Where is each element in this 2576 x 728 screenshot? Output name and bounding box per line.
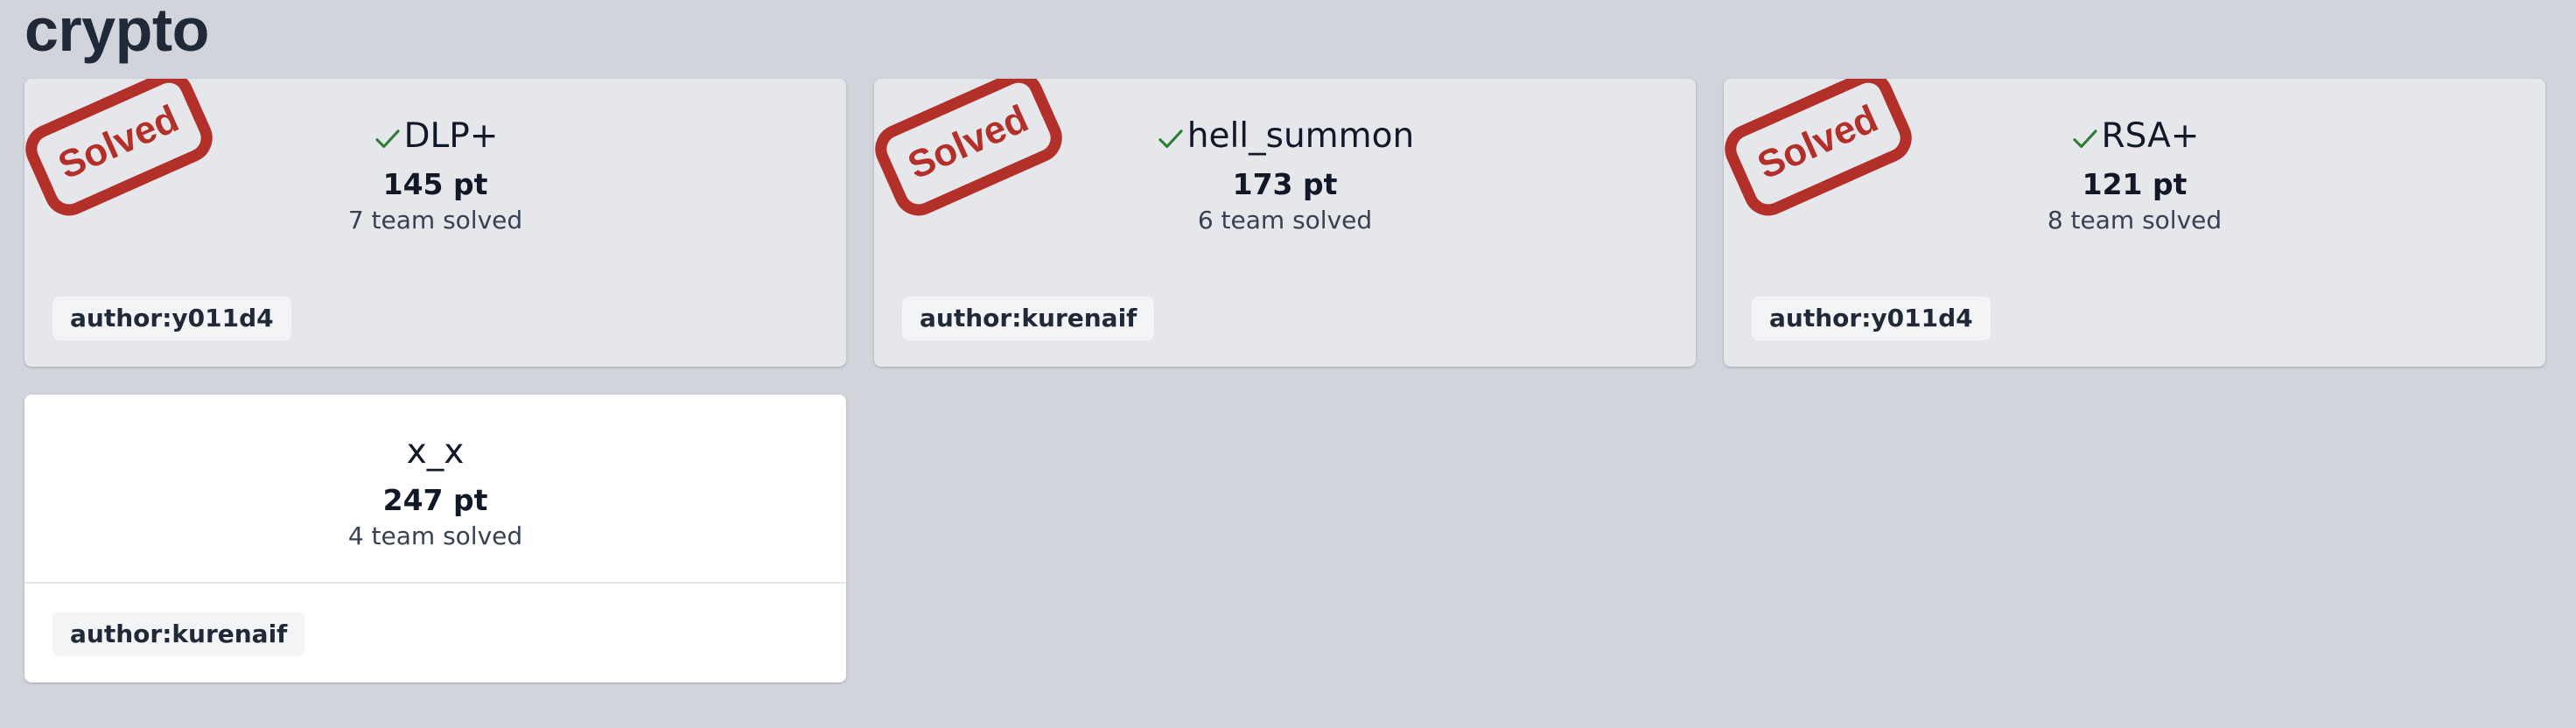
check-icon (374, 130, 400, 149)
card-title-row: x_x (24, 428, 846, 477)
card-footer: author:kurenaif (902, 297, 1155, 340)
card-footer: author:y011d4 (52, 297, 291, 340)
card-title-row: hell_summon (874, 112, 1696, 161)
author-tag[interactable]: author:y011d4 (52, 297, 291, 340)
challenge-solves: 4 team solved (347, 522, 523, 550)
challenge-card[interactable]: x_x 247 pt 4 team solved author:kurenaif (24, 395, 846, 682)
card-body: x_x 247 pt 4 team solved (24, 395, 846, 584)
card-body: hell_summon 173 pt 6 team solved (874, 79, 1696, 266)
card-body: RSA+ 121 pt 8 team solved (1724, 79, 2545, 266)
challenge-card[interactable]: RSA+ 121 pt 8 team solved author:y011d4 … (1724, 79, 2545, 367)
challenge-grid: DLP+ 145 pt 7 team solved author:y011d4 … (24, 79, 2545, 682)
card-footer: author:y011d4 (1752, 297, 1991, 340)
category-title: crypto (24, 0, 209, 64)
challenge-card[interactable]: hell_summon 173 pt 6 team solved author:… (874, 79, 1696, 367)
author-tag[interactable]: author:kurenaif (52, 612, 305, 656)
challenge-solves: 7 team solved (347, 206, 523, 234)
author-tag[interactable]: author:kurenaif (902, 297, 1155, 340)
author-tag[interactable]: author:y011d4 (1752, 297, 1991, 340)
card-title-row: RSA+ (1724, 112, 2545, 161)
challenge-solves: 8 team solved (2047, 206, 2222, 234)
card-footer: author:kurenaif (52, 612, 305, 656)
challenge-name: x_x (406, 432, 465, 472)
challenge-name: hell_summon (1186, 116, 1415, 156)
challenge-points: 247 pt (382, 483, 488, 517)
challenge-card[interactable]: DLP+ 145 pt 7 team solved author:y011d4 … (24, 79, 846, 367)
check-icon (2072, 130, 2097, 149)
challenge-name: DLP+ (403, 116, 499, 156)
challenge-name: RSA+ (2101, 116, 2200, 156)
check-icon (1158, 130, 1183, 149)
challenge-points: 145 pt (382, 167, 488, 201)
challenge-solves: 6 team solved (1197, 206, 1373, 234)
card-title-row: DLP+ (24, 112, 846, 161)
card-body: DLP+ 145 pt 7 team solved (24, 79, 846, 266)
challenge-points: 173 pt (1232, 167, 1338, 201)
challenge-points: 121 pt (2082, 167, 2188, 201)
